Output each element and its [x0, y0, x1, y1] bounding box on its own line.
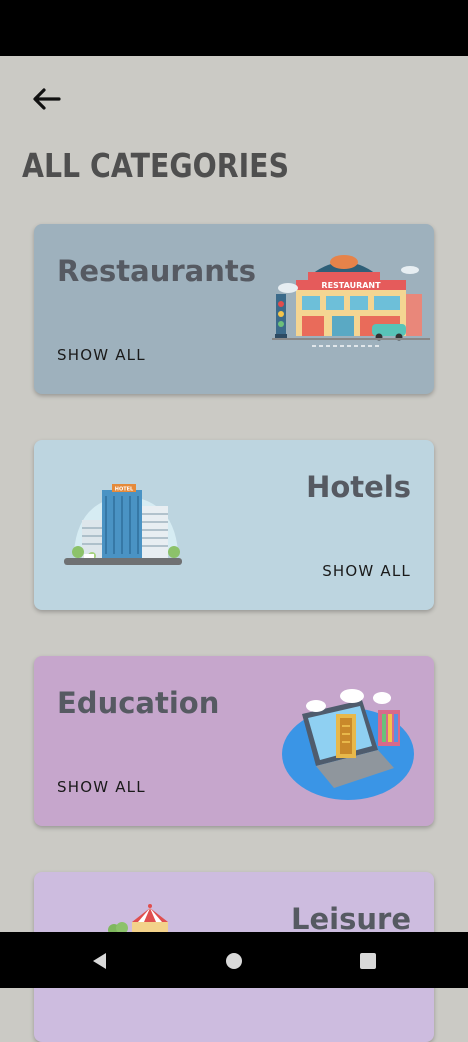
category-title: Hotels [306, 470, 411, 504]
triangle-back-icon [93, 953, 106, 969]
nav-recents-button[interactable] [353, 946, 383, 976]
category-title: Education [57, 686, 220, 720]
show-all-button[interactable]: SHOW ALL [57, 778, 146, 796]
svg-text:HOTEL: HOTEL [115, 487, 134, 493]
show-all-button[interactable]: SHOW ALL [322, 562, 411, 580]
show-all-button[interactable]: SHOW ALL [57, 346, 146, 364]
svg-text:RESTAURANT: RESTAURANT [321, 281, 381, 290]
category-title: Leisure [291, 902, 411, 936]
page-title: ALL CATEGORIES [22, 146, 290, 185]
category-card-hotels[interactable]: Hotels SHOW ALL HOTEL [34, 440, 434, 610]
back-button[interactable] [28, 84, 64, 114]
status-bar [0, 0, 468, 56]
square-recents-icon [360, 953, 376, 969]
hotel-illustration: HOTEL [64, 484, 182, 565]
category-title: Restaurants [57, 254, 256, 288]
arrow-left-icon [33, 88, 61, 110]
nav-back-button[interactable] [84, 946, 114, 976]
system-navigation-bar [0, 932, 468, 988]
restaurant-illustration: RESTAURANT [272, 255, 430, 347]
education-illustration [282, 689, 414, 800]
nav-home-button[interactable] [219, 946, 249, 976]
category-card-restaurants[interactable]: Restaurants SHOW ALL RESTAURANT [34, 224, 434, 394]
category-card-education[interactable]: Education SHOW ALL [34, 656, 434, 826]
circle-home-icon [226, 953, 242, 969]
